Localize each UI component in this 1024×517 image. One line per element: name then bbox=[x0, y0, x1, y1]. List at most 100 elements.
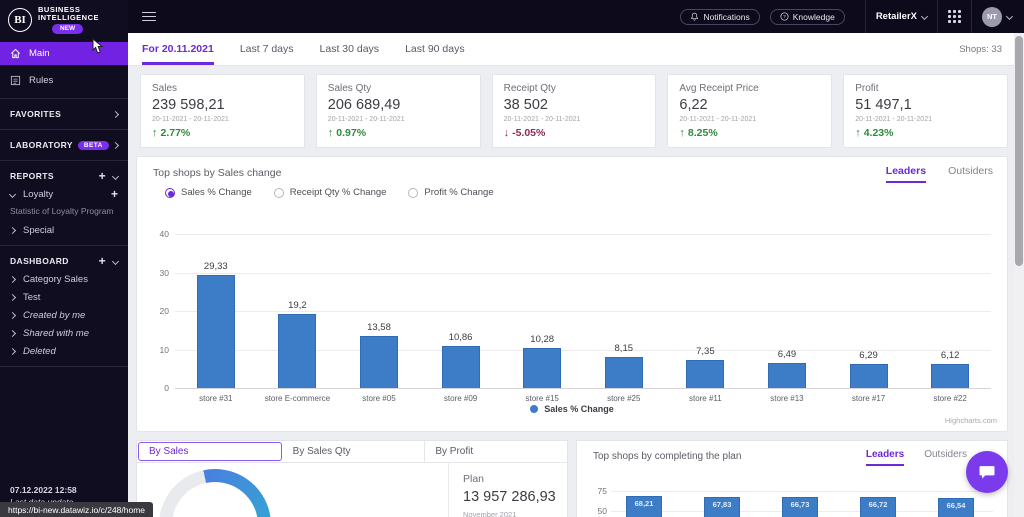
kpi-period: 20-11-2021 - 20-11-2021 bbox=[855, 116, 932, 123]
tab-by-sales-qty[interactable]: By Sales Qty bbox=[283, 441, 426, 462]
tab-last-7-days[interactable]: Last 7 days bbox=[240, 34, 294, 65]
legend-marker-icon bbox=[530, 405, 539, 413]
bar-value-label: 29,33 bbox=[203, 261, 228, 273]
kpi-card[interactable]: Sales Qty 206 689,49 20-11-2021 - 20-11-20… bbox=[315, 74, 481, 148]
knowledge-button[interactable]: ? Knowledge bbox=[769, 8, 845, 25]
last-update-time: 07.12.2022 12:58 bbox=[10, 485, 77, 495]
bar[interactable] bbox=[359, 335, 398, 388]
topbar-separator bbox=[864, 0, 866, 33]
kpi-period: 20-11-2021 - 20-11-2021 bbox=[327, 116, 405, 123]
sidebar-item-shared-with-me[interactable]: Shared with me bbox=[0, 324, 128, 342]
sidebar-section-dashboard[interactable]: DASHBOARD + bbox=[0, 252, 128, 270]
radio-icon bbox=[273, 187, 284, 198]
sidebar-item-special[interactable]: Special bbox=[0, 221, 128, 239]
tab-outsiders[interactable]: Outsiders bbox=[948, 165, 993, 183]
add-report-icon[interactable]: + bbox=[99, 170, 106, 182]
bar[interactable] bbox=[931, 364, 970, 388]
scrollbar-track[interactable] bbox=[1014, 33, 1024, 517]
sidebar-section-reports[interactable]: REPORTS + bbox=[0, 167, 128, 185]
menu-toggle-icon[interactable] bbox=[142, 9, 156, 24]
sidebar-section-laboratory[interactable]: LABORATORY BETA bbox=[0, 136, 128, 154]
plan-completion-panel: Top shops by completing the plan Leaders… bbox=[576, 440, 1008, 517]
bar-value-label: 66,72 bbox=[868, 500, 888, 510]
kpi-delta: ↓ -5.05% bbox=[503, 127, 546, 139]
tab-leaders[interactable]: Leaders bbox=[885, 165, 927, 183]
plan-tabs: By Sales By Sales Qty By Profit bbox=[137, 441, 567, 463]
shops-count: Shops: 33 bbox=[959, 43, 1002, 55]
chevron-right-icon bbox=[8, 293, 17, 301]
account-dropdown[interactable]: RetailerX bbox=[876, 11, 929, 22]
sidebar-divider bbox=[0, 129, 128, 130]
x-axis-category: store #09 bbox=[443, 394, 478, 403]
bar[interactable]: 66,72 bbox=[860, 497, 896, 517]
tab-last-90-days[interactable]: Last 90 days bbox=[405, 34, 465, 65]
kpi-value: 239 598,21 bbox=[152, 97, 225, 113]
chevron-right-icon bbox=[8, 311, 17, 319]
kpi-delta: ↑ 0.97% bbox=[327, 127, 367, 139]
bar[interactable] bbox=[196, 275, 235, 388]
y-axis-tick: 20 bbox=[159, 306, 169, 316]
y-axis-tick: 30 bbox=[159, 267, 169, 278]
kpi-card[interactable]: Sales 239 598,21 20-11-2021 - 20-11-2021 ↑ 2… bbox=[140, 74, 305, 148]
radio-sales-change[interactable]: Sales % Change bbox=[165, 187, 252, 198]
sidebar-item-main[interactable]: Main bbox=[0, 42, 128, 65]
kpi-delta: ↑ 8.25% bbox=[679, 127, 718, 139]
bar[interactable]: 67,83 bbox=[704, 496, 740, 517]
created-by-me-label: Created by me bbox=[23, 309, 86, 321]
notifications-button[interactable]: Notifications bbox=[680, 8, 760, 25]
add-loyalty-icon[interactable]: + bbox=[111, 188, 118, 200]
bar[interactable] bbox=[441, 346, 480, 388]
sidebar-section-favorites[interactable]: FAVORITES bbox=[0, 105, 128, 123]
bar-value-label: 68,21 bbox=[634, 499, 654, 509]
tab-by-sales[interactable]: By Sales bbox=[138, 442, 282, 461]
add-dashboard-icon[interactable]: + bbox=[99, 255, 106, 267]
bar[interactable] bbox=[604, 356, 643, 388]
sidebar-item-created-by-me[interactable]: Created by me bbox=[0, 306, 128, 324]
bar[interactable] bbox=[278, 314, 317, 388]
brand-line2: INTELLIGENCE bbox=[38, 13, 100, 22]
user-menu[interactable]: NT bbox=[982, 6, 1014, 27]
bar[interactable] bbox=[849, 363, 888, 388]
apps-grid-icon[interactable] bbox=[948, 10, 961, 23]
tab-by-profit[interactable]: By Profit bbox=[425, 441, 567, 462]
x-axis-category: store #13 bbox=[770, 394, 804, 403]
kpi-card[interactable]: Profit 51 497,1 20-11-2021 - 20-11-2021 ↑ 4.… bbox=[843, 74, 1008, 148]
sidebar-item-category-sales[interactable]: Category Sales bbox=[0, 270, 128, 288]
top-shops-panel: Top shops by Sales change Leaders Outsid… bbox=[136, 156, 1008, 432]
bar-value-label: 6,49 bbox=[777, 349, 797, 361]
question-icon: ? bbox=[780, 12, 789, 21]
tab-for-date[interactable]: For 20.11.2021 bbox=[142, 34, 214, 65]
sidebar-item-loyalty-statistic[interactable]: Statistic of Loyalty Program bbox=[0, 203, 128, 221]
kpi-title: Sales bbox=[152, 83, 178, 94]
bar[interactable] bbox=[767, 363, 806, 388]
bar-value-label: 66,73 bbox=[790, 500, 810, 510]
tab-last-30-days[interactable]: Last 30 days bbox=[320, 34, 380, 65]
up-arrow-icon: ↑ bbox=[152, 127, 158, 139]
sidebar-item-deleted[interactable]: Deleted bbox=[0, 342, 128, 360]
sidebar-item-test[interactable]: Test bbox=[0, 288, 128, 306]
bar[interactable]: 66,73 bbox=[782, 497, 818, 517]
bar-group: 10,86 bbox=[420, 234, 502, 388]
radio-label: Receipt Qty % Change bbox=[289, 187, 387, 198]
x-axis-category: store #17 bbox=[851, 394, 886, 403]
radio-receipt-qty-change[interactable]: Receipt Qty % Change bbox=[273, 187, 387, 198]
sidebar-item-loyalty[interactable]: Loyalty + bbox=[0, 185, 128, 203]
bar[interactable]: 66,54 bbox=[938, 497, 974, 517]
kpi-card[interactable]: Avg Receipt Price 6,22 20-11-2021 - 20-11-… bbox=[667, 74, 833, 148]
scrollbar-thumb[interactable] bbox=[1015, 36, 1023, 266]
bar[interactable] bbox=[686, 359, 725, 388]
highcharts-credit[interactable]: Highcharts.com bbox=[945, 416, 997, 425]
radio-profit-change[interactable]: Profit % Change bbox=[408, 187, 494, 198]
bar[interactable] bbox=[523, 348, 562, 388]
brand-logo[interactable]: BI BUSINESS INTELLIGENCE NEW bbox=[0, 0, 128, 38]
kpi-value: 6,22 bbox=[679, 97, 708, 113]
plan-info: Plan 13 957 286,93 November 2021 bbox=[463, 473, 556, 517]
sidebar-divider bbox=[0, 98, 128, 99]
kpi-card[interactable]: Receipt Qty 38 502 20-11-2021 - 20-11-2021… bbox=[491, 74, 657, 148]
sidebar-item-rules[interactable]: Rules bbox=[0, 69, 128, 92]
radio-label: Sales % Change bbox=[181, 187, 252, 198]
up-arrow-icon: ↑ bbox=[855, 127, 861, 139]
bar[interactable]: 68,21 bbox=[626, 496, 662, 517]
chat-button[interactable] bbox=[966, 451, 1008, 493]
chart-legend[interactable]: Sales % Change bbox=[137, 404, 1007, 414]
